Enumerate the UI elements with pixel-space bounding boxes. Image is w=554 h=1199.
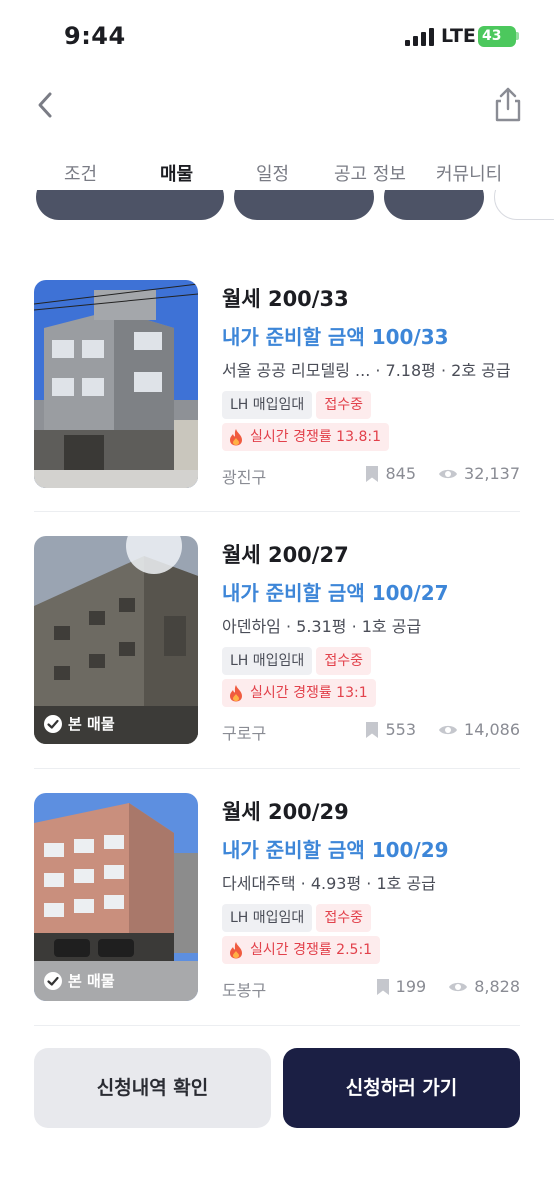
listing-price: 월세 200/27: [222, 543, 349, 567]
listing-status-tag: 접수중: [316, 904, 371, 932]
application-history-button[interactable]: 신청내역 확인: [34, 1048, 271, 1128]
divider: [34, 1025, 520, 1026]
tab-listings[interactable]: 매물: [160, 160, 193, 186]
competition-badge: 실시간 경쟁률 13:1: [222, 679, 376, 707]
listing-subtitle: 서울 공공 리모델링 ... · 7.18평 · 2호 공급: [222, 361, 511, 380]
listing-type-tag: LH 매입임대: [222, 647, 313, 675]
listing-type-tag: LH 매입임대: [222, 391, 313, 419]
listing-status-tag: 접수중: [316, 391, 371, 419]
bookmark-count: 199: [395, 977, 427, 996]
battery-tip: [516, 32, 519, 40]
bookmark-count: 553: [385, 720, 417, 739]
competition-text: 실시간 경쟁률 13.8:1: [250, 429, 381, 445]
apply-button[interactable]: 신청하러 가기: [283, 1048, 520, 1128]
filter-chip[interactable]: [234, 190, 374, 220]
status-bar: 9:44 LTE 43: [0, 0, 554, 74]
listing-tags: LH 매입임대 접수중: [222, 391, 522, 419]
own-listing-badge: 본 매물: [44, 713, 115, 734]
listing-stats: 845 32,137: [365, 464, 520, 483]
listing-stats: 199 8,828: [376, 977, 520, 996]
view-count: 14,086: [464, 720, 520, 739]
listing-type-tag: LH 매입임대: [222, 904, 313, 932]
bookmark-icon[interactable]: [365, 721, 379, 739]
signal-icon: [405, 28, 434, 46]
back-arrow-icon[interactable]: [30, 88, 64, 122]
tab-community[interactable]: 커뮤니티: [436, 160, 502, 186]
check-circle-icon: [44, 971, 62, 990]
own-listing-label: 본 매물: [68, 715, 115, 733]
listing-card[interactable]: 월세 200/33 내가 준비할 금액 100/33 서울 공공 리모델링 ..…: [34, 280, 520, 492]
bookmark-icon[interactable]: [365, 465, 379, 483]
listing-prepare-amount: 내가 준비할 금액 100/27: [222, 581, 449, 605]
competition-text: 실시간 경쟁률 2.5:1: [250, 942, 373, 958]
eye-icon: [449, 982, 468, 991]
listing-info: 월세 200/29 내가 준비할 금액 100/29 다세대주택 · 4.93평…: [222, 793, 522, 964]
listing-district: 도봉구: [222, 981, 267, 1000]
filter-chip[interactable]: [384, 190, 484, 220]
view-count: 8,828: [474, 977, 520, 996]
own-listing-badge: 본 매물: [44, 970, 115, 991]
listing-footer: 구로구 553 14,086: [222, 720, 520, 743]
filter-chip[interactable]: [494, 190, 554, 220]
listing-subtitle: 다세대주택 · 4.93평 · 1호 공급: [222, 874, 436, 893]
share-icon[interactable]: [490, 86, 526, 124]
eye-icon: [439, 469, 458, 478]
listing-footer: 광진구 845 32,137: [222, 464, 520, 487]
listing-tags: LH 매입임대 접수중: [222, 647, 522, 675]
fire-icon: [230, 685, 242, 702]
listing-district: 광진구: [222, 468, 267, 487]
bookmark-count: 845: [385, 464, 417, 483]
listing-card[interactable]: 본 매물 월세 200/29 내가 준비할 금액 100/29 다세대주택 · …: [34, 793, 520, 1005]
battery-icon: 43: [478, 26, 516, 47]
competition-text: 실시간 경쟁률 13:1: [250, 685, 368, 701]
check-circle-icon: [44, 714, 62, 733]
bookmark-icon[interactable]: [376, 978, 390, 996]
status-time: 9:44: [64, 22, 126, 50]
tab-schedule[interactable]: 일정: [256, 160, 289, 186]
network-label: LTE: [441, 25, 476, 47]
listing-info: 월세 200/33 내가 준비할 금액 100/33 서울 공공 리모델링 ..…: [222, 280, 522, 451]
listing-card[interactable]: 본 매물 월세 200/27 내가 준비할 금액 100/27 아덴하임 · 5…: [34, 536, 520, 748]
competition-badge: 실시간 경쟁률 2.5:1: [222, 936, 381, 964]
listing-price: 월세 200/33: [222, 287, 349, 311]
listing-photo: 본 매물: [34, 793, 198, 1001]
tab-conditions[interactable]: 조건: [64, 160, 97, 186]
listing-stats: 553 14,086: [365, 720, 520, 739]
listing-info: 월세 200/27 내가 준비할 금액 100/27 아덴하임 · 5.31평 …: [222, 536, 522, 707]
listing-footer: 도봉구 199 8,828: [222, 977, 520, 1000]
fire-icon: [230, 942, 242, 959]
filter-chip[interactable]: [36, 190, 224, 220]
tab-notice-info[interactable]: 공고 정보: [334, 160, 406, 186]
listing-photo: [34, 280, 198, 488]
listing-tags: LH 매입임대 접수중: [222, 904, 522, 932]
listing-prepare-amount: 내가 준비할 금액 100/29: [222, 838, 449, 862]
divider: [34, 511, 520, 512]
filter-chip-row: [0, 190, 554, 224]
listing-subtitle: 아덴하임 · 5.31평 · 1호 공급: [222, 617, 422, 636]
eye-icon: [439, 725, 458, 734]
listing-district: 구로구: [222, 724, 267, 743]
fire-icon: [230, 429, 242, 446]
listing-prepare-amount: 내가 준비할 금액 100/33: [222, 325, 449, 349]
view-count: 32,137: [464, 464, 520, 483]
divider: [34, 768, 520, 769]
listing-price: 월세 200/29: [222, 800, 349, 824]
listing-photo: 본 매물: [34, 536, 198, 744]
listing-status-tag: 접수중: [316, 647, 371, 675]
own-listing-label: 본 매물: [68, 972, 115, 990]
competition-badge: 실시간 경쟁률 13.8:1: [222, 423, 389, 451]
